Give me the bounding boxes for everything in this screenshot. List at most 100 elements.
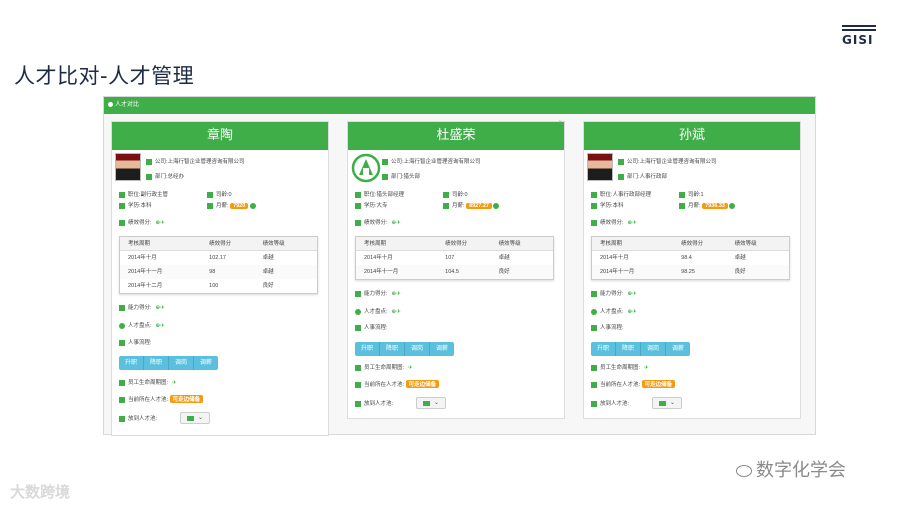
pool-dropdown[interactable]: ⌄	[652, 397, 682, 409]
table-row: 2014年十月 98.4 卓越	[600, 255, 746, 261]
slide-title: 人才比对-人才管理	[14, 64, 195, 88]
education-value: 本科	[140, 203, 152, 209]
star-icon	[207, 191, 213, 198]
table-row: 2014年十月 102.17 卓越	[128, 255, 274, 261]
hr-actions: 升职 降职 调岗 调薪	[355, 342, 455, 356]
tenure-value: 1	[700, 192, 704, 198]
hr-actions: 升职 降职 调岗 调薪	[591, 342, 691, 356]
table-row: 2014年十月 107 卓越	[364, 255, 510, 261]
org-icon	[618, 173, 624, 180]
plane-icon[interactable]: ✈	[408, 365, 413, 371]
chart-icon	[591, 219, 597, 226]
zoom-icon[interactable]: ⊕✈	[628, 309, 637, 315]
promote-button[interactable]: 升职	[591, 342, 617, 356]
user-icon[interactable]	[729, 202, 736, 209]
panel-header: 人才对比	[104, 97, 815, 114]
graduation-icon	[119, 202, 125, 209]
salary-adjust-button[interactable]: 调薪	[430, 342, 455, 356]
avatar	[587, 153, 613, 181]
zoom-icon[interactable]: ⊕✈	[392, 220, 401, 226]
money-icon	[679, 202, 685, 209]
plane-icon[interactable]: ✈	[644, 365, 649, 371]
org-icon	[382, 173, 388, 180]
list-icon	[591, 191, 597, 198]
home-icon	[382, 158, 388, 165]
home-icon	[146, 158, 152, 165]
transfer-button[interactable]: 调岗	[641, 342, 667, 356]
talent-compare-panel: 人才对比 章陶 公司:上海行智企业管理咨询有限公司 部门:总经办 职位:副行政主…	[103, 96, 816, 436]
demote-button[interactable]: 降职	[144, 356, 170, 370]
flow-icon	[591, 324, 597, 331]
zoom-icon[interactable]: ⊕✈	[156, 305, 165, 311]
zoom-icon[interactable]: ⊕✈	[156, 220, 165, 226]
chart-icon	[119, 219, 125, 226]
company-value: 上海行智企业管理咨询有限公司	[167, 159, 245, 165]
zoom-icon[interactable]: ⊕✈	[628, 291, 637, 297]
close-icon[interactable]: ×	[558, 120, 562, 126]
zoom-icon[interactable]: ⊕✈	[392, 309, 401, 315]
pool-icon	[355, 381, 361, 388]
group-icon	[119, 322, 125, 329]
money-icon	[207, 202, 213, 209]
transfer-button[interactable]: 调岗	[169, 356, 195, 370]
flow-icon	[355, 324, 361, 331]
pool-dropdown[interactable]: ⌄	[416, 397, 446, 409]
zoom-icon[interactable]: ⊕✈	[156, 323, 165, 329]
promote-button[interactable]: 升职	[119, 356, 145, 370]
table-row: 2014年十一月 98.25 良好	[592, 265, 789, 279]
salary-adjust-button[interactable]: 调薪	[194, 356, 219, 370]
salary-adjust-button[interactable]: 调薪	[666, 342, 691, 356]
zoom-icon[interactable]: ⊕✈	[628, 220, 637, 226]
position-value: 副行政主管	[140, 192, 169, 198]
user-icon[interactable]	[493, 202, 500, 209]
dept-value: 人事行政部	[639, 174, 668, 180]
star-icon	[679, 191, 685, 198]
table-row: 2014年十一月 104.5 良好	[356, 265, 553, 279]
gisi-logo: GISI	[842, 25, 876, 47]
pool-badge: 可走边储备	[405, 380, 440, 388]
ability-icon	[119, 304, 125, 311]
lifecycle-icon	[591, 364, 597, 371]
money-icon	[443, 202, 449, 209]
position-value: 人事行政部经理	[612, 192, 652, 198]
employee-card-1: 章陶 公司:上海行智企业管理咨询有限公司 部门:总经办 职位:副行政主管 司龄:…	[111, 121, 329, 436]
watermark-right: 数字化学会	[736, 456, 846, 482]
pool-icon	[119, 396, 125, 403]
demote-button[interactable]: 降职	[616, 342, 642, 356]
pool-icon	[119, 415, 125, 422]
employee-name: 孙斌	[584, 122, 800, 150]
wechat-icon	[736, 465, 752, 477]
gear-icon	[108, 101, 113, 107]
demote-button[interactable]: 降职	[380, 342, 406, 356]
pool-icon	[187, 416, 194, 421]
profile: 公司:上海行智企业管理咨询有限公司 部门:人事行政部	[584, 150, 800, 184]
plane-icon[interactable]: ✈	[172, 380, 177, 386]
table-row: 2014年十一月 98 卓越	[120, 265, 317, 279]
promote-button[interactable]: 升职	[355, 342, 381, 356]
pool-dropdown[interactable]: ⌄	[180, 412, 210, 424]
zoom-icon[interactable]: ⊕✈	[392, 291, 401, 297]
salary-badge: 8927.27	[466, 203, 492, 209]
pool-badge: 可走边储备	[169, 395, 204, 403]
performance-table: 考核周期 绩效得分 绩效等级 2014年十月 107 卓越 2014年十一月 104.5 良…	[355, 236, 554, 280]
performance-table: 考核周期 绩效得分 绩效等级 2014年十月 98.4 卓越 2014年十一月 98.25…	[591, 236, 790, 280]
employee-card-3: 孙斌 公司:上海行智企业管理咨询有限公司 部门:人事行政部 职位:人事行政部经理…	[583, 121, 801, 419]
education-value: 本科	[612, 203, 624, 209]
employee-name: 章陶	[112, 122, 328, 150]
user-icon[interactable]	[249, 202, 256, 209]
hr-actions: 升职 降职 调岗 调薪	[119, 356, 219, 370]
salary-badge: 7920	[230, 203, 249, 209]
pool-icon	[659, 401, 666, 406]
chevron-down-icon: ⌄	[434, 400, 440, 406]
list-icon	[355, 191, 361, 198]
company-value: 上海行智企业管理咨询有限公司	[403, 159, 481, 165]
pool-icon	[423, 401, 430, 406]
profile: 公司:上海行智企业管理咨询有限公司 部门:总经办	[112, 150, 328, 184]
chevron-down-icon: ⌄	[198, 415, 204, 421]
education-value: 大专	[376, 203, 388, 209]
salary-badge: 7936.33	[702, 203, 728, 209]
employee-card-2: × 杜盛荣 公司:上海行智企业管理咨询有限公司 部门:猎头部 职位:猎头部经理 …	[347, 120, 565, 419]
org-icon	[146, 173, 152, 180]
dept-value: 总经办	[167, 174, 185, 180]
transfer-button[interactable]: 调岗	[405, 342, 431, 356]
